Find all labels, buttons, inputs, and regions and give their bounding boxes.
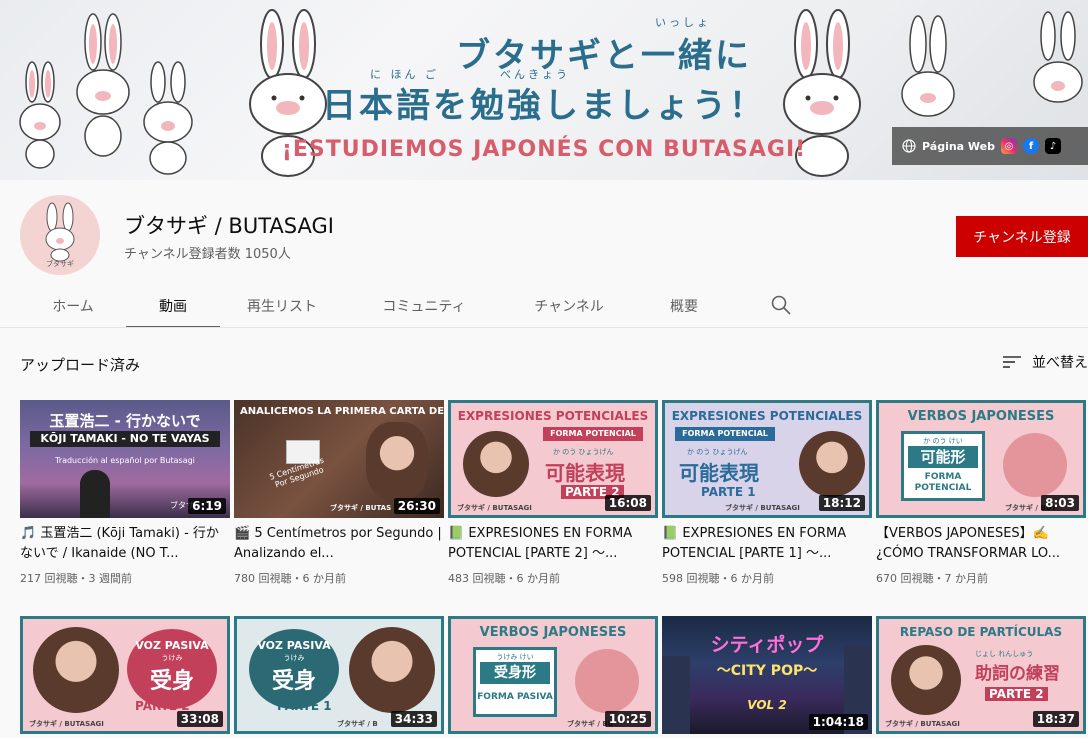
- video-duration: 16:08: [604, 495, 651, 511]
- banner-links: Página Web ◎ f ♪: [892, 127, 1088, 165]
- video-thumbnail[interactable]: VERBOS JAPONESES か のう けい 可能形 FORMA POTEN…: [876, 400, 1086, 518]
- video-card[interactable]: VERBOS JAPONESES か のう けい 可能形 FORMA POTEN…: [876, 400, 1086, 586]
- video-thumbnail[interactable]: 玉置浩二 - 行かないで KŌJI TAMAKI - NO TE VAYAS T…: [20, 400, 230, 518]
- video-thumbnail[interactable]: VERBOS JAPONESES うけみ けい 受身形 FORMA PASIVA…: [448, 616, 658, 734]
- website-link[interactable]: Página Web: [922, 140, 995, 153]
- video-duration: 18:12: [818, 495, 865, 511]
- sort-button[interactable]: 並べ替え: [1002, 352, 1088, 372]
- video-card[interactable]: VOZ PASIVA うけみ 受身 PARTE 1 ブタサギ / B 34:33: [234, 616, 444, 734]
- video-thumbnail[interactable]: EXPRESIONES POTENCIALES FORMA POTENCIAL …: [448, 400, 658, 518]
- facebook-icon[interactable]: f: [1023, 138, 1039, 154]
- subscriber-count: チャンネル登録者数 1050人: [124, 247, 291, 262]
- tiktok-icon[interactable]: ♪: [1045, 138, 1061, 154]
- video-title[interactable]: 📗 EXPRESIONES EN FORMA POTENCIAL [PARTE …: [662, 524, 872, 564]
- channel-banner: いっしょ ブタサギと一緒に に ほん ご べんきょう 日本語を勉強しましょう！ …: [0, 0, 1088, 180]
- channel-tabs: ホーム 動画 再生リスト コミュニティ チャンネル 概要: [20, 286, 734, 328]
- globe-icon[interactable]: [902, 139, 916, 153]
- tab-community[interactable]: コミュニティ: [344, 286, 504, 326]
- sort-label: 並べ替え: [1032, 355, 1088, 371]
- tab-videos[interactable]: 動画: [126, 286, 220, 328]
- tab-about[interactable]: 概要: [634, 286, 734, 326]
- video-meta: 670 回視聴・7 か月前: [876, 572, 988, 585]
- video-meta: 598 回視聴・6 か月前: [662, 572, 774, 585]
- video-duration: 18:37: [1032, 711, 1079, 727]
- video-duration: 10:25: [604, 711, 651, 727]
- banner-line-2: に ほん ご べんきょう 日本語を勉強しましょう！: [322, 68, 766, 126]
- video-card[interactable]: EXPRESIONES POTENCIALES FORMA POTENCIAL …: [662, 400, 872, 586]
- tab-playlists[interactable]: 再生リスト: [220, 286, 344, 326]
- video-duration: 6:19: [188, 498, 226, 514]
- sort-icon: [1003, 356, 1021, 368]
- video-card[interactable]: REPASO DE PARTÍCULAS じょし れんしゅう 助詞の練習 PAR…: [876, 616, 1086, 734]
- video-thumbnail[interactable]: シティポップ 〜CITY POP〜 VOL 2 1:04:18: [662, 616, 872, 734]
- video-duration: 1:04:18: [808, 714, 868, 730]
- video-thumbnail[interactable]: VOZ PASIVA うけみ 受身 PARTE 1 ブタサギ / B 34:33: [234, 616, 444, 734]
- video-duration: 33:08: [176, 711, 223, 727]
- video-duration: 34:33: [390, 711, 437, 727]
- video-card[interactable]: EXPRESIONES POTENCIALES FORMA POTENCIAL …: [448, 400, 658, 586]
- video-meta: 483 回視聴・6 か月前: [448, 572, 560, 585]
- video-title[interactable]: 🎬 5 Centímetros por Segundo | Analizando…: [234, 524, 444, 564]
- video-duration: 26:30: [393, 498, 440, 514]
- video-meta: 217 回視聴・3 週間前: [20, 572, 132, 585]
- video-thumbnail[interactable]: EXPRESIONES POTENCIALES FORMA POTENCIAL …: [662, 400, 872, 518]
- video-card[interactable]: ANALICEMOS LA PRIMERA CARTA DE: 5 Centím…: [234, 400, 444, 586]
- video-title[interactable]: 📗 EXPRESIONES EN FORMA POTENCIAL [PARTE …: [448, 524, 658, 564]
- avatar-caption: ブタサギ: [46, 260, 74, 268]
- avatar[interactable]: ブタサギ: [20, 195, 100, 275]
- tab-channels[interactable]: チャンネル: [504, 286, 634, 326]
- video-thumbnail[interactable]: VOZ PASIVA うけみ 受身 PARTE 2 ブタサギ / BUTASAG…: [20, 616, 230, 734]
- section-title: アップロード済み: [20, 356, 141, 374]
- video-card[interactable]: 玉置浩二 - 行かないで KŌJI TAMAKI - NO TE VAYAS T…: [20, 400, 230, 586]
- tab-home[interactable]: ホーム: [20, 286, 126, 326]
- tabs-divider: [0, 327, 1088, 328]
- video-thumbnail[interactable]: REPASO DE PARTÍCULAS じょし れんしゅう 助詞の練習 PAR…: [876, 616, 1086, 734]
- video-card[interactable]: VERBOS JAPONESES うけみ けい 受身形 FORMA PASIVA…: [448, 616, 658, 734]
- subscribe-button[interactable]: チャンネル登録: [956, 216, 1088, 257]
- video-thumbnail[interactable]: ANALICEMOS LA PRIMERA CARTA DE: 5 Centím…: [234, 400, 444, 518]
- channel-name: ブタサギ / BUTASAGI: [124, 214, 334, 238]
- instagram-icon[interactable]: ◎: [1001, 138, 1017, 154]
- video-title[interactable]: 🎵 玉置浩二 (Kōji Tamaki) - 行かないで / Ikanaide …: [20, 524, 230, 564]
- search-icon[interactable]: [770, 294, 792, 316]
- video-meta: 780 回視聴・6 か月前: [234, 572, 346, 585]
- video-title[interactable]: 【VERBOS JAPONESES】✍️ ¿CÓMO TRANSFORMAR L…: [876, 524, 1086, 564]
- video-card[interactable]: VOZ PASIVA うけみ 受身 PARTE 2 ブタサギ / BUTASAG…: [20, 616, 230, 734]
- video-card[interactable]: シティポップ 〜CITY POP〜 VOL 2 1:04:18: [662, 616, 872, 734]
- video-duration: 8:03: [1041, 495, 1079, 511]
